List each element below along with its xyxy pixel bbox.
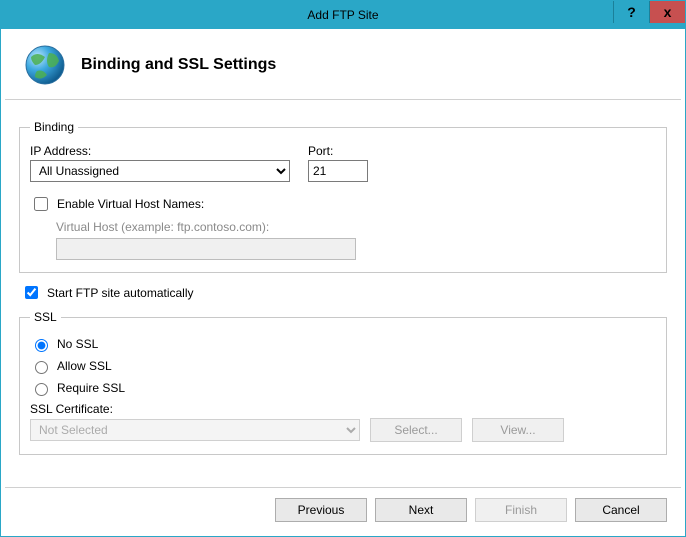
ip-address-label: IP Address:	[30, 144, 290, 158]
start-automatically-label: Start FTP site automatically	[47, 286, 194, 300]
ssl-select-button: Select...	[370, 418, 462, 442]
ssl-cert-select: Not Selected	[30, 419, 360, 441]
ssl-require-radio[interactable]	[35, 383, 48, 396]
cancel-button[interactable]: Cancel	[575, 498, 667, 522]
window-title: Add FTP Site	[1, 8, 685, 22]
ssl-no-label: No SSL	[57, 337, 98, 351]
ip-address-select[interactable]: All Unassigned	[30, 160, 290, 182]
help-button[interactable]: ?	[613, 1, 649, 23]
ssl-no-radio[interactable]	[35, 339, 48, 352]
previous-button[interactable]: Previous	[275, 498, 367, 522]
port-label: Port:	[308, 144, 368, 158]
page-title: Binding and SSL Settings	[81, 56, 276, 74]
wizard-body: Binding IP Address: All Unassigned Port:…	[1, 116, 685, 473]
wizard-footer: Previous Next Finish Cancel	[1, 488, 685, 536]
globe-icon	[23, 43, 67, 87]
enable-vhost-label: Enable Virtual Host Names:	[57, 197, 204, 211]
dialog-window: Add FTP Site ? x Binding and SSL Setting…	[0, 0, 686, 537]
close-button[interactable]: x	[649, 1, 685, 23]
ssl-cert-label: SSL Certificate:	[30, 402, 656, 416]
titlebar[interactable]: Add FTP Site ? x	[1, 1, 685, 29]
finish-button: Finish	[475, 498, 567, 522]
vhost-section: Virtual Host (example: ftp.contoso.com):	[56, 220, 656, 260]
ssl-require-label: Require SSL	[57, 381, 125, 395]
vhost-hint: Virtual Host (example: ftp.contoso.com):	[56, 220, 656, 234]
ssl-allow-radio[interactable]	[35, 361, 48, 374]
port-input[interactable]	[308, 160, 368, 182]
binding-legend: Binding	[30, 120, 78, 134]
header-separator	[5, 99, 681, 100]
vhost-input	[56, 238, 356, 260]
enable-vhost-checkbox[interactable]	[34, 197, 48, 211]
ssl-legend: SSL	[30, 310, 61, 324]
next-button[interactable]: Next	[375, 498, 467, 522]
window-controls: ? x	[613, 1, 685, 23]
ssl-group: SSL No SSL Allow SSL Require SSL SSL Cer…	[19, 310, 667, 455]
binding-group: Binding IP Address: All Unassigned Port:…	[19, 120, 667, 273]
start-automatically-checkbox[interactable]	[25, 286, 38, 299]
ssl-view-button: View...	[472, 418, 564, 442]
ssl-allow-label: Allow SSL	[57, 359, 112, 373]
wizard-header: Binding and SSL Settings	[1, 29, 685, 97]
